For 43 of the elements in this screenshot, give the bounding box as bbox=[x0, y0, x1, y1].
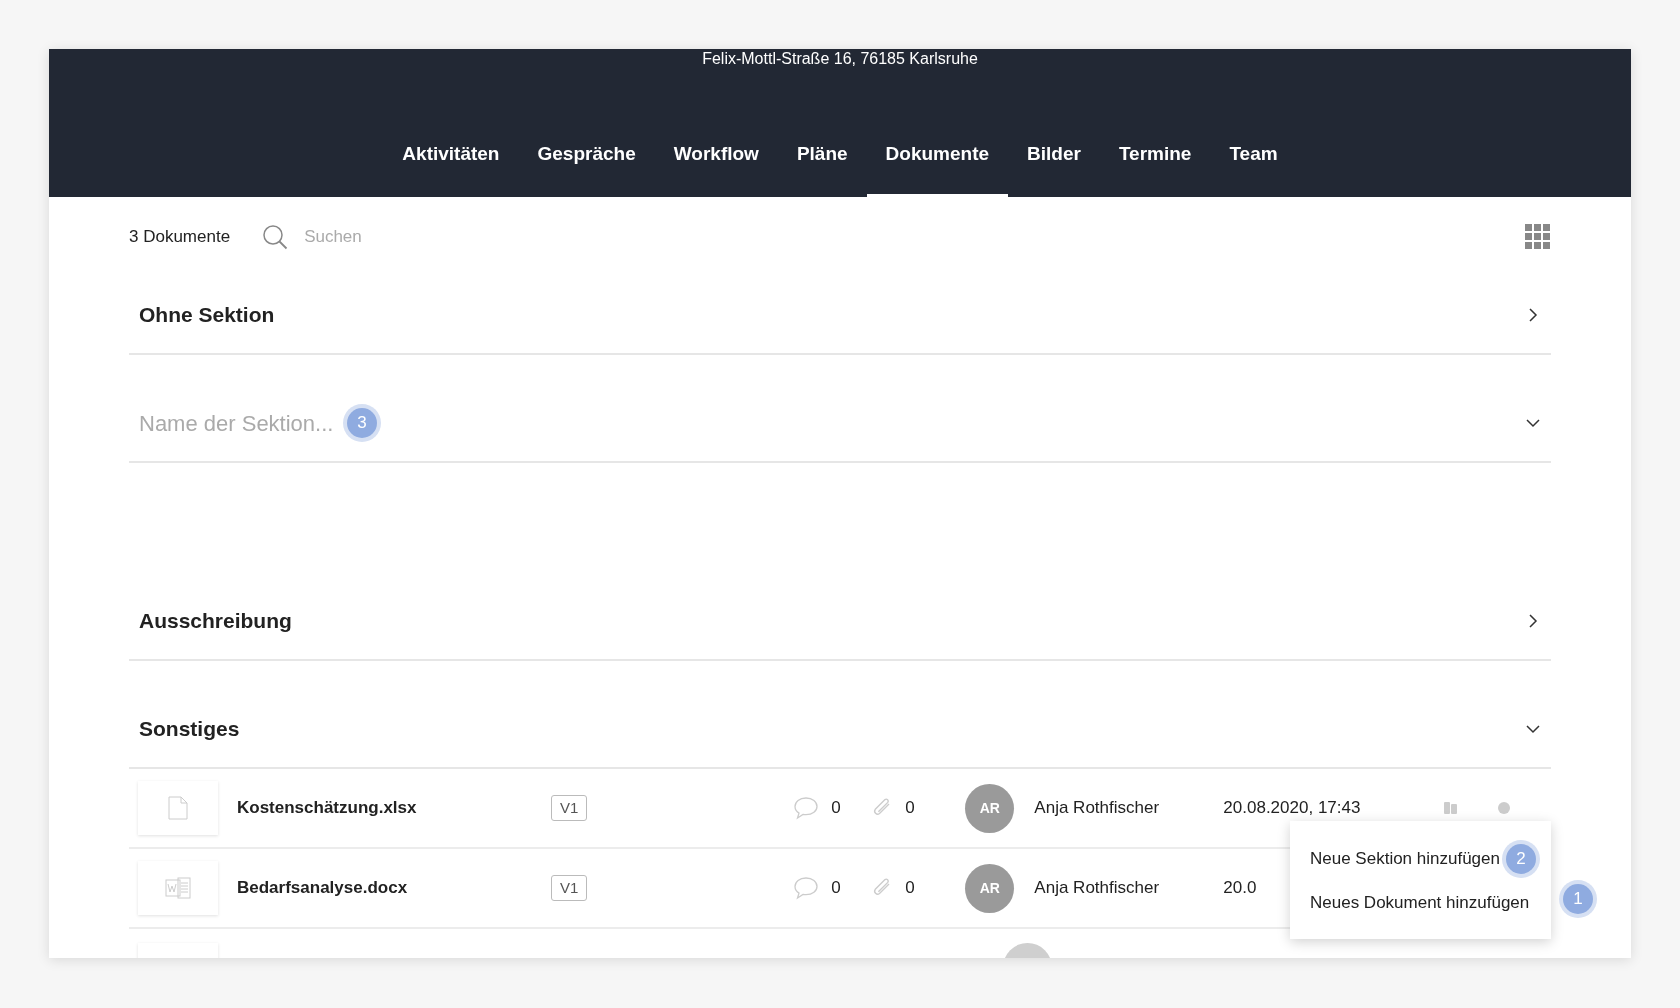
document-count: 3 Dokumente bbox=[129, 226, 231, 249]
word-document-icon bbox=[165, 877, 191, 899]
file-thumbnail[interactable] bbox=[138, 861, 218, 915]
step-badge: 3 bbox=[347, 408, 377, 438]
section-title: Ohne Sektion bbox=[139, 302, 275, 329]
section-title: Ausschreibung bbox=[139, 608, 292, 635]
author-name: Anja Rothfischer bbox=[1034, 797, 1161, 820]
version-tag: V1 bbox=[551, 794, 588, 822]
section-name-field[interactable]: Name der Sektion... bbox=[139, 406, 339, 440]
nav-tab[interactable]: Bilder bbox=[1008, 131, 1100, 197]
comment-count: 0 bbox=[831, 797, 842, 820]
nav-tab[interactable]: Termine bbox=[1099, 131, 1211, 197]
nav-tab[interactable]: Pläne bbox=[777, 131, 867, 197]
comment-count: 0 bbox=[831, 877, 842, 900]
step-badge: 1 bbox=[1563, 884, 1593, 914]
menu-item[interactable]: Neue Sektion hinzufügen bbox=[1310, 846, 1500, 872]
author-avatar: AR bbox=[965, 863, 1015, 913]
search-field[interactable]: Suchen bbox=[304, 224, 505, 250]
comment-icon[interactable] bbox=[793, 876, 820, 900]
file-thumbnail[interactable] bbox=[138, 781, 218, 835]
document-status-icon[interactable] bbox=[1443, 801, 1460, 815]
document-name[interactable]: Kostenschätzung.xlsx bbox=[237, 795, 551, 821]
document-date: 20.0 bbox=[1223, 877, 1258, 900]
document-name[interactable]: Bedarfsanalyse.docx bbox=[237, 875, 551, 901]
section-title: Sonstiges bbox=[139, 716, 240, 743]
attachment-count: 0 bbox=[905, 797, 916, 820]
file-icon bbox=[168, 796, 188, 820]
nav-tab[interactable]: Gespräche bbox=[518, 131, 655, 197]
menu-item[interactable]: Neues Dokument hinzufügen bbox=[1310, 890, 1530, 916]
document-date: 20.08.2020, 17:43 bbox=[1223, 797, 1362, 820]
nav-tab[interactable]: Workflow bbox=[654, 131, 778, 197]
author-name: Anja Rothfischer bbox=[1034, 877, 1161, 900]
dot-icon[interactable] bbox=[1497, 801, 1512, 815]
address-text: Felix-Mottl-Straße 16, 76185 Karlsruhe bbox=[702, 49, 978, 69]
nav-tab[interactable]: Aktivitäten bbox=[383, 131, 519, 197]
nav-tab[interactable]: Team bbox=[1210, 131, 1297, 197]
comment-icon[interactable] bbox=[793, 796, 820, 820]
grid-view-icon[interactable] bbox=[1525, 224, 1551, 250]
nav-tab[interactable]: Dokumente bbox=[866, 131, 1009, 197]
author-avatar: AR bbox=[965, 783, 1015, 833]
search-icon bbox=[262, 224, 289, 250]
version-tag: V1 bbox=[551, 874, 588, 902]
attachment-count: 0 bbox=[905, 877, 916, 900]
